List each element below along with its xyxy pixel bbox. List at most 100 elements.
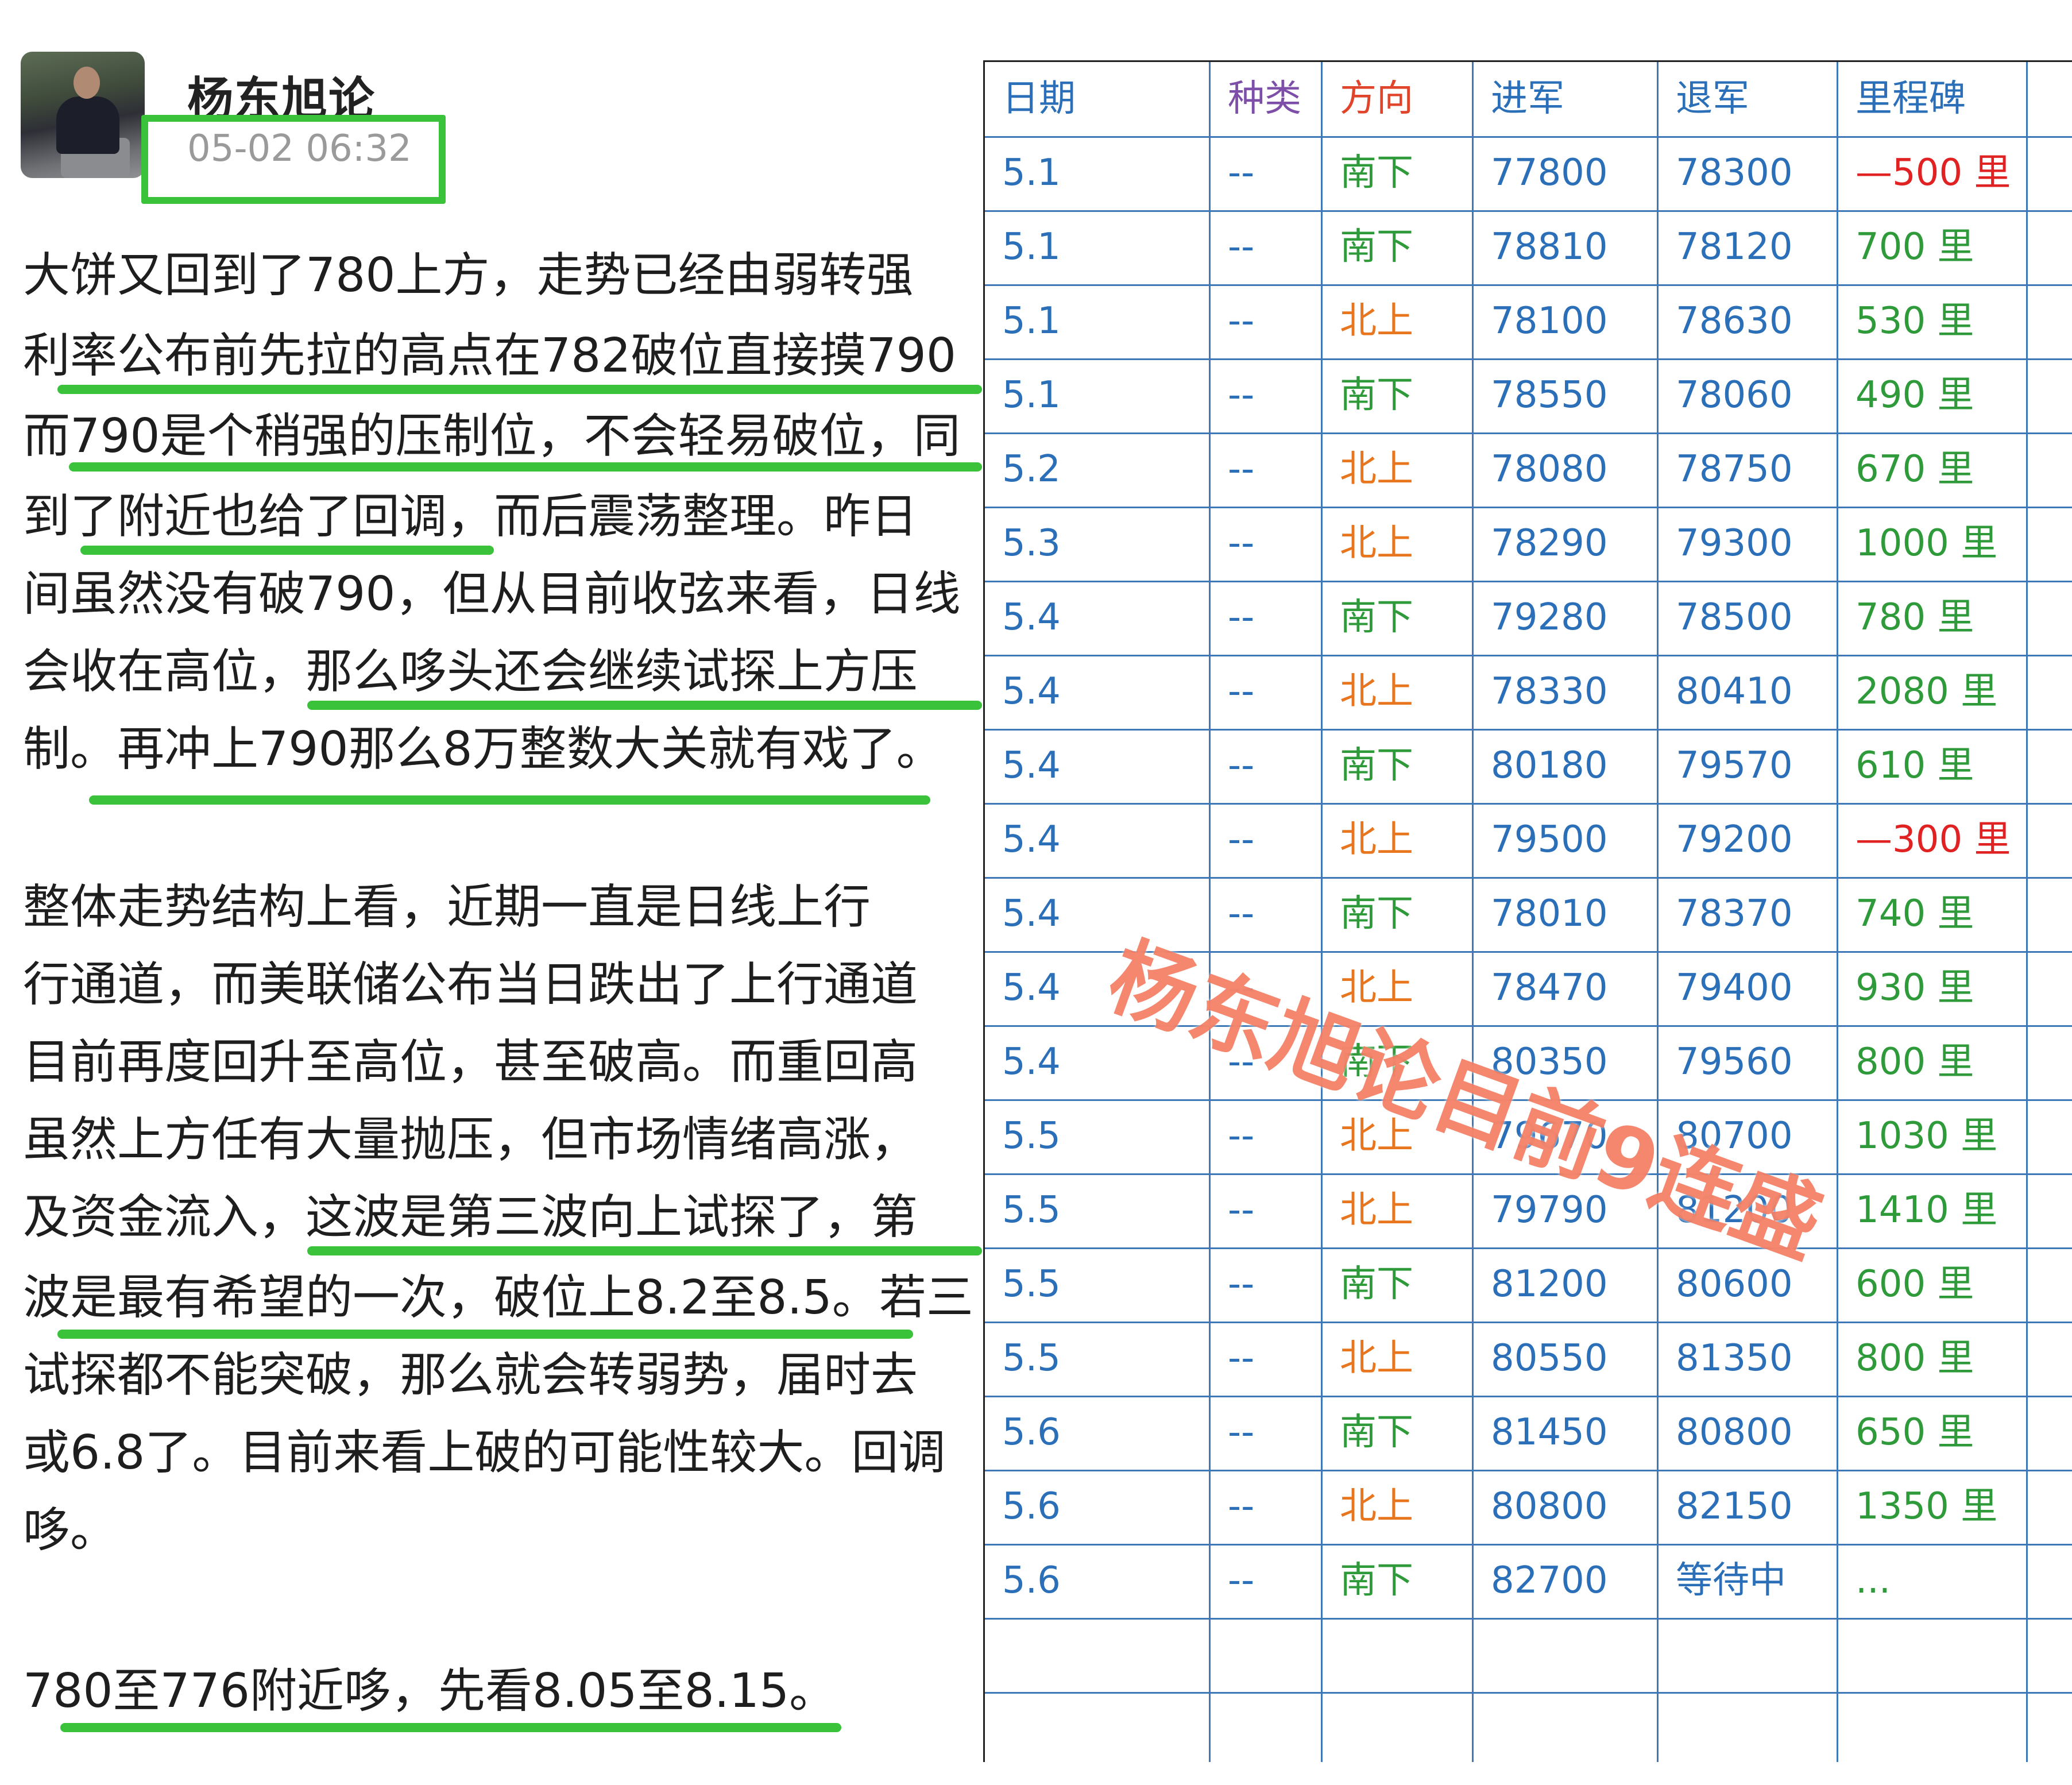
post-line: 780至776附近哆，先看8.05至8.15。 [23,1664,837,1718]
table-cell: 1030 里 [1838,1099,2028,1173]
table-cell [1838,1692,2028,1762]
table-cell: ... [1838,1544,2028,1618]
post-line: 哆。 [23,1503,118,1558]
table-cell [985,1692,1211,1762]
table-row: 5.1 -- 北上 78100 78630 530 里 [985,284,2072,360]
highlight-underline [307,1246,982,1255]
table-cell-empty [2028,1173,2072,1247]
table-cell: -- [1211,432,1323,507]
table-cell: 77800 [1474,136,1659,210]
table-row: 5.5 -- 南下 81200 80600 600 里 [985,1247,2072,1323]
table-cell: 530 里 [1838,284,2028,358]
column-header: 进军 [1474,62,1659,136]
table-cell-empty [2028,358,2072,432]
table-cell [985,1618,1211,1692]
table-cell: 78330 [1474,655,1659,729]
table-cell-empty [2028,210,2072,284]
table-cell: 5.5 [985,1247,1211,1322]
table-cell: -- [1211,1470,1323,1544]
table-cell: 北上 [1323,655,1474,729]
table-cell-empty [2028,1322,2072,1396]
table-cell: 78060 [1659,358,1838,432]
table-row: 5.4 -- 北上 79500 79200 —300 里 [985,803,2072,879]
table-cell: 78300 [1659,136,1838,210]
table-cell: 5.6 [985,1544,1211,1618]
table-cell: 490 里 [1838,358,2028,432]
table-cell: -- [1211,581,1323,655]
table-cell: 5.1 [985,284,1211,358]
table-cell: 南下 [1323,210,1474,284]
table-cell: 78750 [1659,432,1838,507]
table-cell [1474,1692,1659,1762]
table-cell: 700 里 [1838,210,2028,284]
table-cell: 5.6 [985,1470,1211,1544]
table-row: 5.6 -- 北上 80800 82150 1350 里 [985,1470,2072,1546]
table-cell: 81350 [1659,1322,1838,1396]
column-header: 里程碑 [1838,62,2028,136]
table-cell: 北上 [1323,1322,1474,1396]
table-cell-empty [2028,136,2072,210]
table-cell: 78290 [1474,507,1659,581]
table-cell: 78810 [1474,210,1659,284]
post-line: 间虽然没有破790，但从目前收弦来看，日线 [23,567,961,621]
table-row [985,1618,2072,1694]
table-cell-empty [2028,1247,2072,1322]
post-line: 行通道，而美联储公布当日跌出了上行通道 [23,957,918,1012]
table-cell: 北上 [1323,1470,1474,1544]
table-cell: -- [1211,803,1323,877]
table-row: 5.2 -- 北上 78080 78750 670 里 [985,432,2072,508]
table-cell: 南下 [1323,729,1474,803]
highlight-underline [60,1723,841,1732]
table-cell: 北上 [1323,284,1474,358]
table-cell: 78630 [1659,284,1838,358]
table-cell-empty [2028,1025,2072,1099]
table-cell: 南下 [1323,877,1474,951]
table-cell-empty [2028,1544,2072,1618]
table-row: 5.1 -- 南下 78550 78060 490 里 [985,358,2072,434]
table-cell: 79300 [1659,507,1838,581]
post-line: 波是最有希望的一次，破位上8.2至8.5。若三 [23,1270,973,1325]
table-cell: 南下 [1323,358,1474,432]
table-cell: 南下 [1323,1396,1474,1470]
post-line: 虽然上方任有大量抛压，但市场情绪高涨， [23,1112,918,1167]
post-line: 利率公布前先拉的高点在782破位直接摸790 [23,329,957,383]
table-header-row: 日期 种类 方向 进军 退军 里程碑 [985,62,2072,138]
table-cell: 78470 [1474,951,1659,1025]
table-cell: -- [1211,1544,1323,1618]
table-cell: 79560 [1659,1025,1838,1099]
table-cell: 80180 [1474,729,1659,803]
table-cell: 79280 [1474,581,1659,655]
table-cell: -- [1211,729,1323,803]
table-cell: 930 里 [1838,951,2028,1025]
table-cell: -- [1211,284,1323,358]
table-row: 5.5 -- 北上 80550 81350 800 里 [985,1322,2072,1397]
table-cell-empty [2028,432,2072,507]
table-cell: 1410 里 [1838,1173,2028,1247]
table-cell [1211,1618,1323,1692]
table-cell: 5.5 [985,1173,1211,1247]
table-cell: 80800 [1659,1396,1838,1470]
table-row: 5.4 -- 南下 79280 78500 780 里 [985,581,2072,656]
table-cell-empty [2028,655,2072,729]
table-cell: -- [1211,136,1323,210]
table-cell: 79500 [1474,803,1659,877]
highlight-underline [307,701,982,710]
table-cell: 800 里 [1838,1322,2028,1396]
table-cell-empty [2028,581,2072,655]
table-cell: 740 里 [1838,877,2028,951]
table-row: 5.4 -- 南下 80180 79570 610 里 [985,729,2072,805]
table-cell: 80410 [1659,655,1838,729]
table-cell: 670 里 [1838,432,2028,507]
post-line: 制。再冲上790那么8万整数大关就有戏了。 [23,722,944,776]
table-cell-empty [2028,1396,2072,1470]
table-cell: 5.4 [985,581,1211,655]
table-cell: 78120 [1659,210,1838,284]
table-cell: -- [1211,1247,1323,1322]
table-cell: 79570 [1659,729,1838,803]
table-cell: 78500 [1659,581,1838,655]
avatar[interactable] [21,52,145,178]
table-cell: 北上 [1323,432,1474,507]
table-row: 5.4 -- 北上 78330 80410 2080 里 [985,655,2072,731]
table-cell: 78010 [1474,877,1659,951]
table-cell: 2080 里 [1838,655,2028,729]
